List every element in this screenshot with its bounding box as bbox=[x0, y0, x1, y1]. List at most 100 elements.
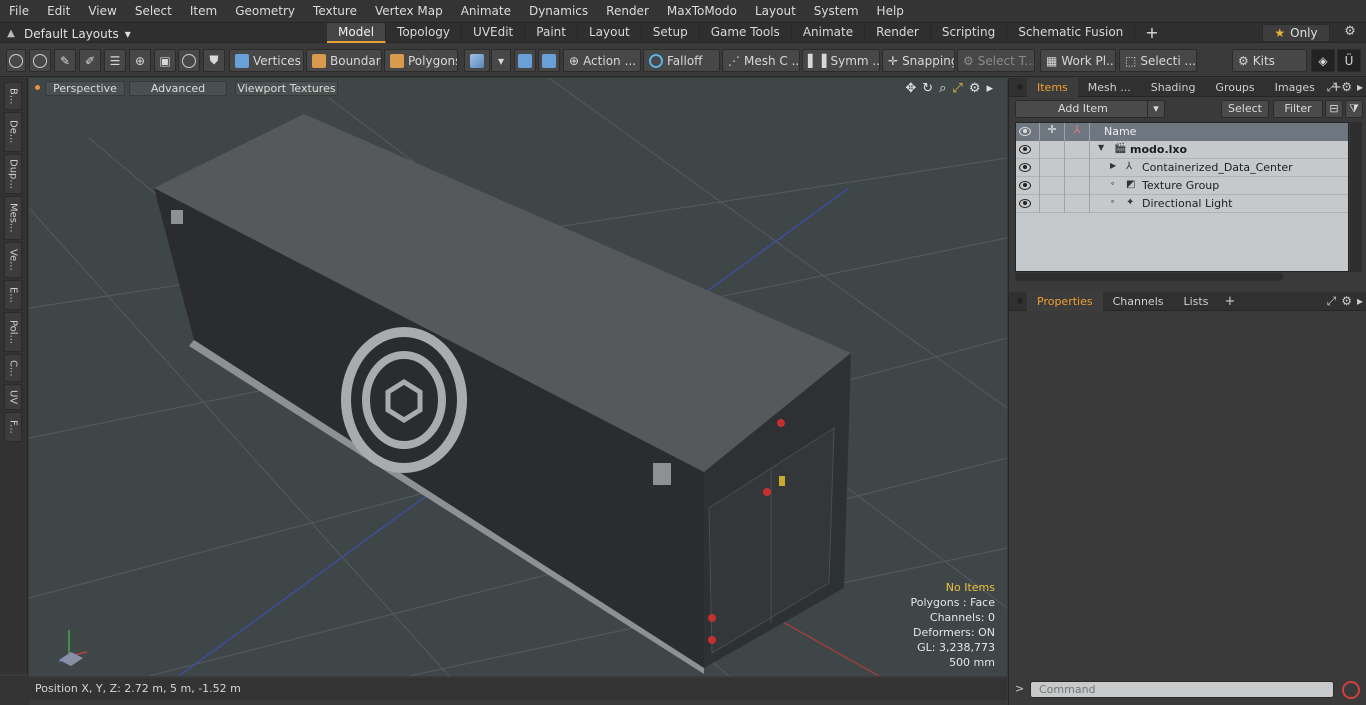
visibility-cell[interactable] bbox=[1016, 159, 1040, 177]
menu-view[interactable]: View bbox=[79, 4, 125, 18]
left-tab-4[interactable]: Ve... bbox=[4, 242, 22, 278]
add-tab-icon[interactable]: + bbox=[1218, 294, 1241, 309]
filter-button[interactable]: Filter bbox=[1273, 100, 1323, 118]
panel-menu-dot[interactable] bbox=[1017, 298, 1023, 304]
tab-render[interactable]: Render bbox=[865, 23, 931, 43]
expand-right-icon[interactable]: ▸ bbox=[986, 81, 993, 96]
tab-images[interactable]: Images bbox=[1265, 78, 1325, 97]
name-column-header[interactable]: Name bbox=[1090, 123, 1348, 141]
component-tool-b[interactable] bbox=[538, 49, 560, 72]
menu-texture[interactable]: Texture bbox=[304, 4, 366, 18]
align-tool[interactable]: ☰ bbox=[104, 49, 126, 72]
symmetry-button[interactable]: ▌▐ Symm ... bbox=[802, 49, 880, 72]
tab-properties[interactable]: Properties bbox=[1027, 291, 1103, 311]
expand-right-icon[interactable]: ▸ bbox=[1357, 294, 1363, 309]
action-center-button[interactable]: ⊕ Action... bbox=[563, 49, 641, 72]
brush-tool[interactable]: ✐ bbox=[79, 49, 101, 72]
left-tab-1[interactable]: De... bbox=[4, 112, 22, 152]
tab-groups[interactable]: Groups bbox=[1205, 78, 1264, 97]
collapsed-arrow-icon[interactable]: ▶ bbox=[1110, 161, 1116, 170]
select-circle-tool[interactable] bbox=[6, 49, 26, 72]
left-tab-2[interactable]: Dup... bbox=[4, 154, 22, 194]
tab-paint[interactable]: Paint bbox=[525, 23, 578, 43]
tab-uvedit[interactable]: UVEdit bbox=[462, 23, 526, 43]
tab-lists[interactable]: Lists bbox=[1174, 292, 1219, 311]
unreal-button[interactable]: Ü bbox=[1337, 49, 1361, 72]
component-tool-a[interactable] bbox=[514, 49, 536, 72]
maximize-icon[interactable]: ⤢ bbox=[952, 81, 962, 96]
maximize-icon[interactable]: ⤢ bbox=[1327, 294, 1337, 309]
menu-select[interactable]: Select bbox=[126, 4, 181, 18]
menu-edit[interactable]: Edit bbox=[38, 4, 79, 18]
timer-tool[interactable] bbox=[178, 49, 200, 72]
move-icon[interactable]: ✥ bbox=[905, 81, 916, 96]
left-tab-9[interactable]: F... bbox=[4, 412, 22, 442]
lock-cell[interactable] bbox=[1040, 177, 1065, 195]
polygons-button[interactable]: Polygons bbox=[384, 49, 458, 72]
lock-cell[interactable] bbox=[1040, 159, 1065, 177]
globe-tool[interactable] bbox=[29, 49, 51, 72]
menu-dynamics[interactable]: Dynamics bbox=[520, 4, 597, 18]
boundary-button[interactable]: Boundary bbox=[306, 49, 382, 72]
expanded-arrow-icon[interactable]: ▼ bbox=[1098, 143, 1104, 152]
shield-tool[interactable]: ⛊ bbox=[203, 49, 225, 72]
tab-game-tools[interactable]: Game Tools bbox=[700, 23, 792, 43]
vertices-button[interactable]: Vertices bbox=[229, 49, 304, 72]
add-item-dropdown[interactable]: ▾ bbox=[1147, 100, 1165, 118]
advanced-button[interactable]: Advanced bbox=[129, 81, 227, 96]
tab-animate[interactable]: Animate bbox=[792, 23, 866, 43]
only-button[interactable]: ★ Only bbox=[1262, 24, 1330, 42]
visibility-column[interactable] bbox=[1016, 123, 1040, 141]
tab-schematic-fusion[interactable]: Schematic Fusion bbox=[1007, 23, 1136, 43]
tab-topology[interactable]: Topology bbox=[386, 23, 463, 43]
rotate-icon[interactable]: ↻ bbox=[922, 81, 933, 96]
viewport-textures-button[interactable]: Viewport Textures bbox=[235, 81, 338, 96]
viewport-menu-dot[interactable] bbox=[35, 85, 40, 90]
menu-system[interactable]: System bbox=[805, 4, 868, 18]
lock-cell[interactable] bbox=[1040, 141, 1065, 159]
pen-tool[interactable]: ✎ bbox=[54, 49, 76, 72]
add-item-button[interactable]: Add Item bbox=[1015, 100, 1165, 118]
3d-viewport[interactable]: Perspective Advanced Viewport Textures ✥… bbox=[29, 78, 1007, 676]
menu-item[interactable]: Item bbox=[181, 4, 226, 18]
square-tool[interactable]: ▣ bbox=[154, 49, 176, 72]
lock-cell[interactable] bbox=[1040, 195, 1065, 213]
lock-column[interactable]: ✛ bbox=[1040, 123, 1065, 141]
mesh-constraint-button[interactable]: ⋰ Mesh C ... bbox=[722, 49, 800, 72]
select-button[interactable]: Select bbox=[1221, 100, 1269, 118]
work-plane-button[interactable]: ▦ Work Pl... bbox=[1040, 49, 1116, 72]
left-tab-0[interactable]: B... bbox=[4, 82, 22, 110]
left-tab-8[interactable]: UV bbox=[4, 384, 22, 410]
collapse-icon[interactable]: ⊟ bbox=[1325, 100, 1343, 118]
tab-setup[interactable]: Setup bbox=[642, 23, 700, 43]
menu-file[interactable]: File bbox=[0, 4, 38, 18]
falloff-button[interactable]: Falloff bbox=[643, 49, 720, 72]
collapsed-arrow-icon[interactable]: ∘ bbox=[1110, 179, 1115, 188]
center-tool[interactable]: ⊕ bbox=[129, 49, 151, 72]
collapsed-arrow-icon[interactable]: ∘ bbox=[1110, 197, 1115, 206]
table-row[interactable]: ∘ ✦ Directional Light bbox=[1016, 195, 1348, 213]
table-row[interactable]: ▼ 🎬 modo.lxo bbox=[1016, 141, 1348, 159]
collapse-arrow-icon[interactable]: ▲ bbox=[4, 28, 18, 39]
tab-model[interactable]: Model bbox=[327, 23, 387, 43]
table-row[interactable]: ▶ ⅄ Containerized_Data_Center bbox=[1016, 159, 1348, 177]
visibility-cell[interactable] bbox=[1016, 177, 1040, 195]
menu-geometry[interactable]: Geometry bbox=[226, 4, 304, 18]
gear-icon[interactable]: ⚙ bbox=[969, 81, 981, 96]
left-tab-3[interactable]: Mes... bbox=[4, 196, 22, 240]
tab-layout[interactable]: Layout bbox=[578, 23, 642, 43]
left-tab-6[interactable]: Pol... bbox=[4, 312, 22, 352]
layout-selector[interactable]: ▲ Default Layouts ▾ bbox=[4, 25, 131, 42]
add-tab-icon[interactable]: + bbox=[1135, 23, 1168, 43]
unity-button[interactable]: ◈ bbox=[1311, 49, 1335, 72]
table-row[interactable]: ∘ ◩ Texture Group bbox=[1016, 177, 1348, 195]
tab-shading[interactable]: Shading bbox=[1141, 78, 1206, 97]
command-input[interactable] bbox=[1030, 681, 1334, 698]
menu-maxtomodo[interactable]: MaxToModo bbox=[658, 4, 746, 18]
tab-scripting[interactable]: Scripting bbox=[931, 23, 1008, 43]
left-tab-5[interactable]: E... bbox=[4, 280, 22, 310]
item-mode-dropdown[interactable]: ▾ bbox=[491, 49, 511, 72]
gear-icon[interactable]: ⚙ bbox=[1341, 294, 1352, 309]
item-list-hscrollbar[interactable] bbox=[1015, 273, 1283, 281]
item-list-scrollbar[interactable] bbox=[1350, 122, 1362, 272]
